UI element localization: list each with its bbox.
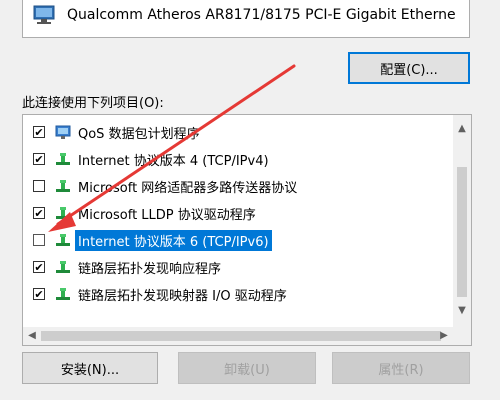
network-protocol-icon	[55, 286, 71, 302]
vertical-scrollbar[interactable]: ▲ ▼	[453, 115, 471, 345]
list-item-ipv6[interactable]: Internet 协议版本 6 (TCP/IPv6)	[23, 228, 453, 252]
scroll-down-icon[interactable]: ▼	[453, 305, 471, 316]
list-item-lldp[interactable]: ✔ Microsoft LLDP 协议驱动程序	[23, 201, 453, 225]
uninstall-button[interactable]: 卸载(U)	[178, 352, 316, 384]
item-checkbox[interactable]: ✔	[33, 261, 45, 273]
network-protocol-icon	[55, 205, 71, 221]
item-checkbox[interactable]: ✔	[33, 288, 45, 300]
scroll-left-icon[interactable]: ◀	[23, 330, 41, 341]
item-checkbox[interactable]: ✔	[33, 207, 45, 219]
item-label: Microsoft 网络适配器多路传送器协议	[78, 180, 298, 196]
qos-scheduler-icon	[55, 124, 71, 140]
adapter-box: Qualcomm Atheros AR8171/8175 PCI-E Gigab…	[22, 0, 470, 38]
item-checkbox[interactable]: ✔	[33, 126, 45, 138]
install-button[interactable]: 安装(N)...	[22, 352, 158, 384]
items-label: 此连接使用下列项目(O):	[22, 96, 164, 111]
list-item-ipv4[interactable]: ✔ Internet 协议版本 4 (TCP/IPv4)	[23, 147, 453, 171]
items-list[interactable]: ✔ QoS 数据包计划程序 ✔ Internet 协议版本 4 (TCP/IPv…	[22, 114, 472, 346]
vertical-scroll-thumb[interactable]	[457, 167, 467, 297]
item-label: 链路层拓扑发现响应程序	[78, 261, 222, 277]
horizontal-scroll-thumb[interactable]	[41, 331, 441, 341]
item-checkbox[interactable]	[33, 180, 45, 192]
item-label: 链路层拓扑发现映射器 I/O 驱动程序	[78, 288, 287, 304]
network-protocol-icon	[55, 232, 71, 248]
scroll-right-icon[interactable]: ▶	[435, 330, 453, 341]
network-protocol-icon	[55, 178, 71, 194]
item-label: Internet 协议版本 6 (TCP/IPv6)	[75, 229, 272, 251]
list-item-lltd-responder[interactable]: ✔ 链路层拓扑发现响应程序	[23, 255, 453, 279]
item-label: Internet 协议版本 4 (TCP/IPv4)	[78, 153, 269, 169]
scroll-up-icon[interactable]: ▲	[453, 123, 471, 134]
configure-button[interactable]: 配置(C)...	[348, 52, 470, 84]
adapter-name: Qualcomm Atheros AR8171/8175 PCI-E Gigab…	[67, 7, 456, 23]
network-protocol-icon	[55, 151, 71, 167]
network-protocol-icon	[55, 259, 71, 275]
horizontal-scrollbar[interactable]: ◀ ▶	[23, 327, 471, 345]
properties-button[interactable]: 属性(R)	[332, 352, 470, 384]
list-item-lltd-mapper[interactable]: ✔ 链路层拓扑发现映射器 I/O 驱动程序	[23, 282, 453, 306]
item-label: Microsoft LLDP 协议驱动程序	[78, 207, 256, 223]
list-item-multiplexor[interactable]: Microsoft 网络适配器多路传送器协议	[23, 174, 453, 198]
item-checkbox[interactable]: ✔	[33, 153, 45, 165]
item-checkbox[interactable]	[33, 234, 45, 246]
item-label: QoS 数据包计划程序	[78, 126, 200, 142]
network-adapter-icon	[33, 5, 55, 29]
list-item-qos[interactable]: ✔ QoS 数据包计划程序	[23, 120, 453, 144]
